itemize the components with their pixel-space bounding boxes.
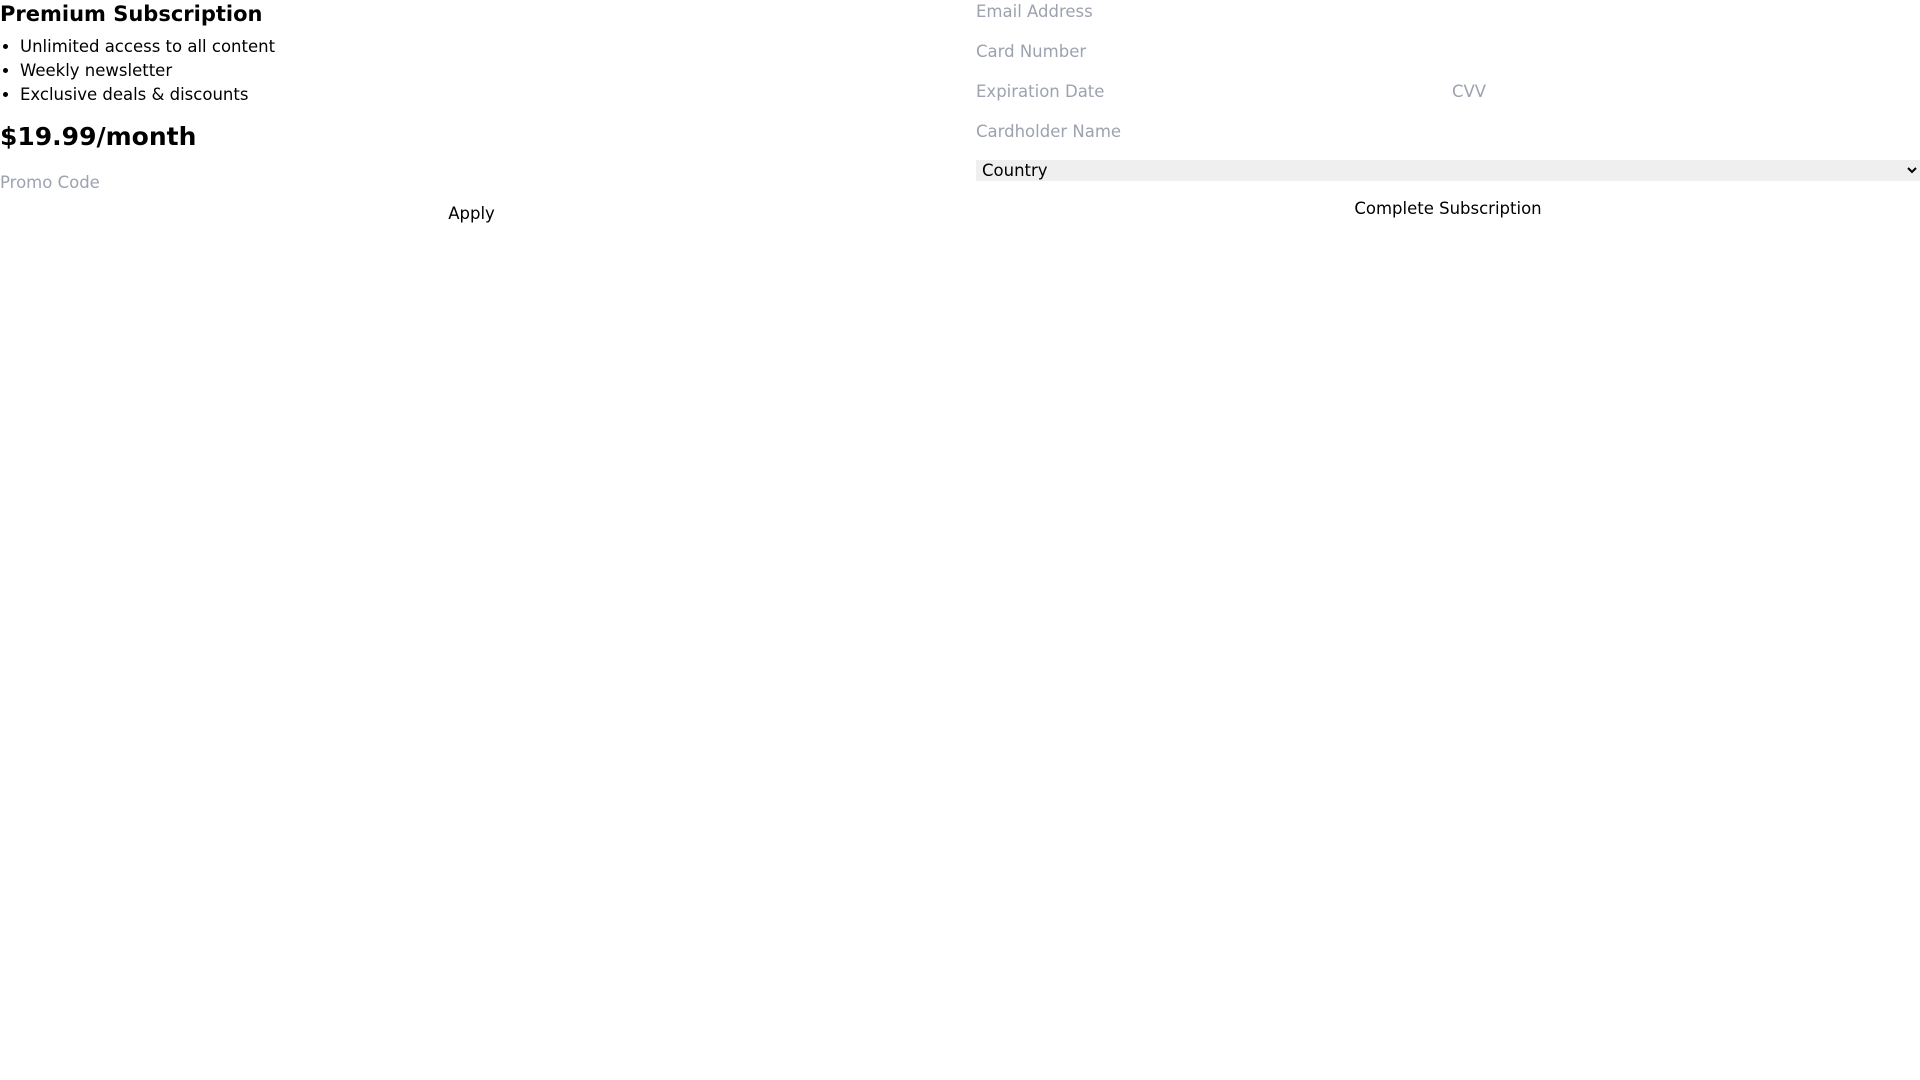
expiry-cvv-row xyxy=(976,80,1920,104)
payment-form: Country Complete Subscription xyxy=(976,0,1920,221)
feature-list: Unlimited access to all content Weekly n… xyxy=(0,35,943,107)
cvv-field[interactable] xyxy=(1452,80,1920,104)
feature-item: Unlimited access to all content xyxy=(20,35,943,59)
subscription-page: Premium Subscription Unlimited access to… xyxy=(0,0,1920,1080)
card-number-field[interactable] xyxy=(976,40,1920,64)
country-select[interactable]: Country xyxy=(976,160,1920,181)
feature-item: Weekly newsletter xyxy=(20,59,943,83)
expiration-date-field[interactable] xyxy=(976,80,1452,104)
plan-summary: Premium Subscription Unlimited access to… xyxy=(0,0,943,226)
plan-price: $19.99/month xyxy=(0,122,197,151)
apply-promo-button[interactable]: Apply xyxy=(0,202,943,226)
promo-code-input[interactable] xyxy=(0,171,943,195)
complete-subscription-button[interactable]: Complete Subscription xyxy=(976,197,1920,221)
feature-item: Exclusive deals & discounts xyxy=(20,83,943,107)
email-field[interactable] xyxy=(976,0,1920,24)
plan-title: Premium Subscription xyxy=(0,2,263,26)
cardholder-name-field[interactable] xyxy=(976,120,1920,144)
